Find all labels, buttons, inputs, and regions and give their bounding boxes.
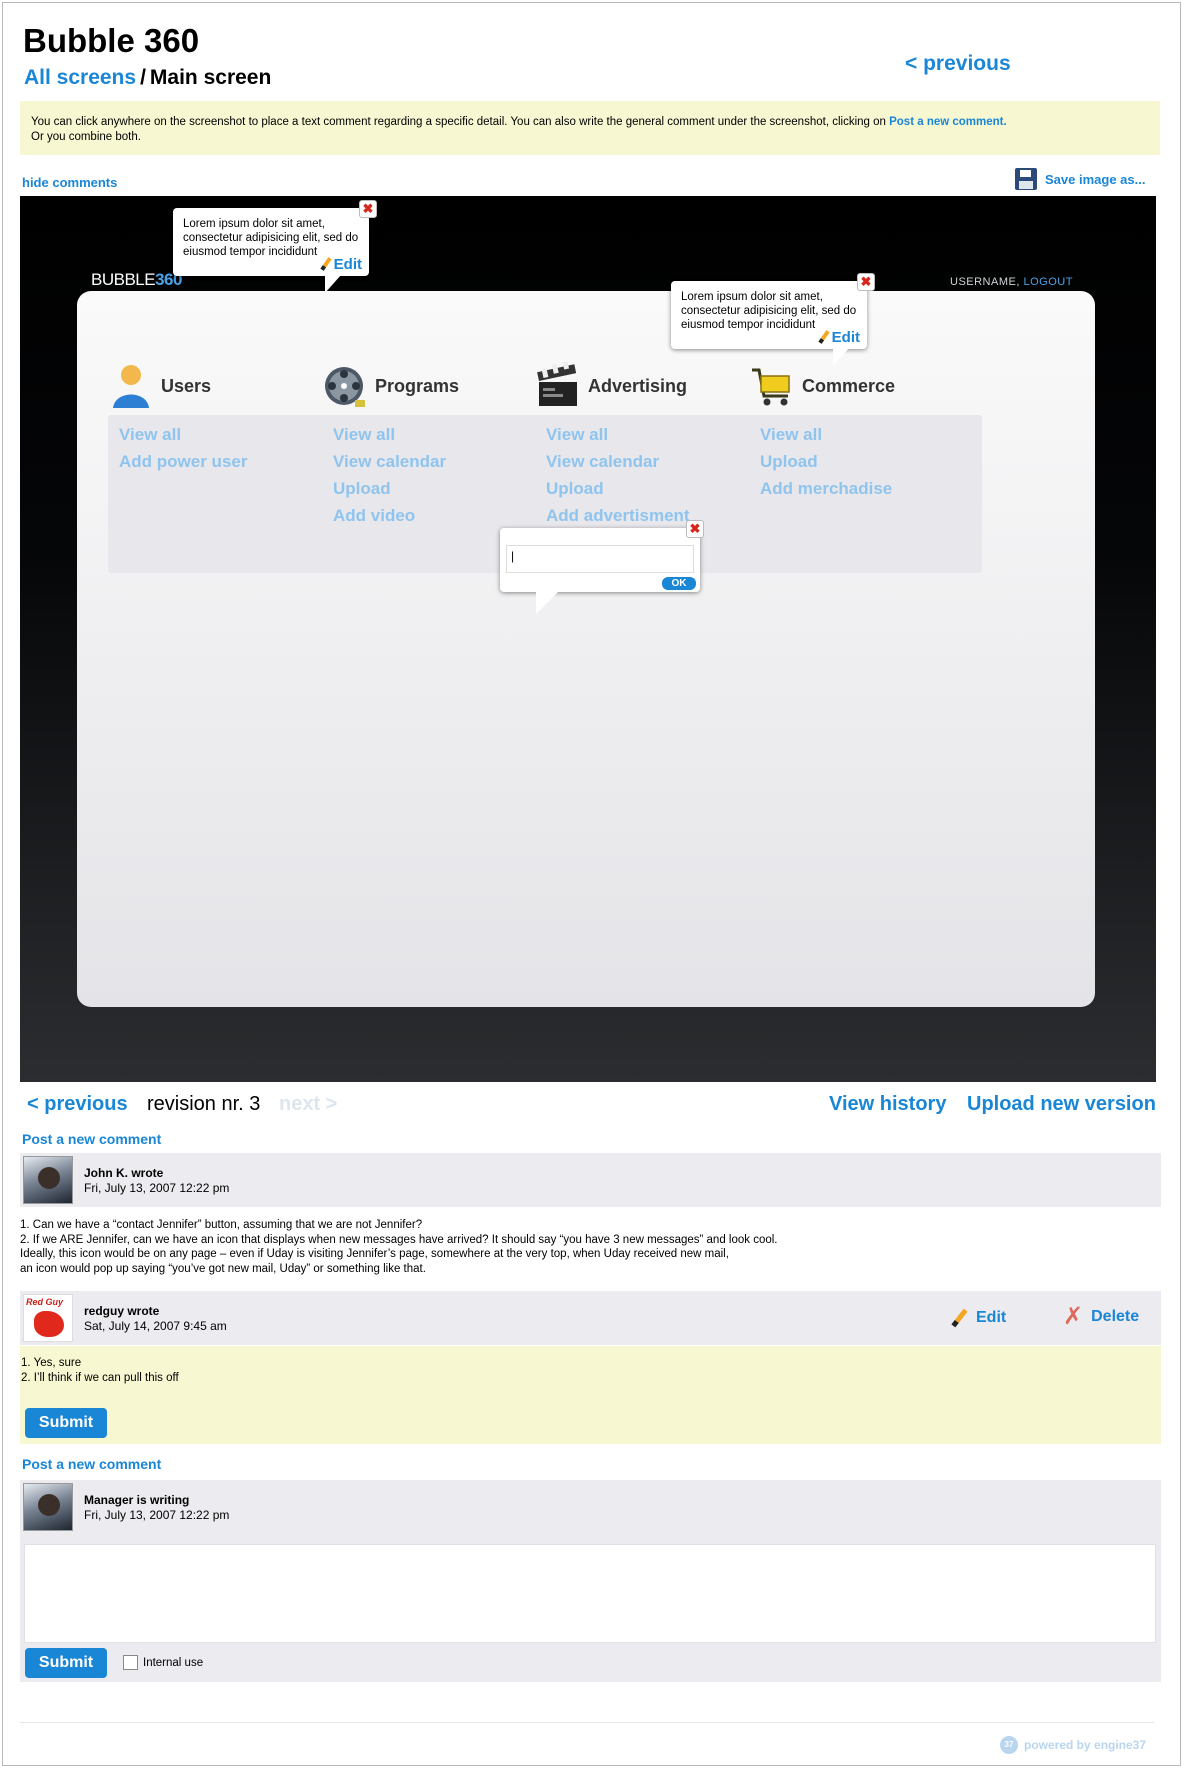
programs-upload-link[interactable]: Upload bbox=[333, 475, 544, 502]
app-main-panel: Users View all Add power user Programs V… bbox=[77, 291, 1095, 1007]
comment-body: 1. Can we have a “contact Jennifer” butt… bbox=[20, 1219, 778, 1275]
screenshot-canvas[interactable]: BUBBLE360 USERNAME, LOGOUT Users View al… bbox=[20, 196, 1156, 1082]
engine37-logo-icon: 37 bbox=[1000, 1736, 1018, 1754]
comment-date: Sat, July 14, 2007 9:45 am bbox=[84, 1319, 227, 1333]
previous-screen-link[interactable]: < previous bbox=[905, 52, 1011, 76]
view-history-link[interactable]: View history bbox=[829, 1093, 946, 1116]
users-add-power-user-link[interactable]: Add power user bbox=[119, 448, 330, 475]
commerce-upload-link[interactable]: Upload bbox=[760, 448, 971, 475]
avatar bbox=[23, 1156, 73, 1204]
commerce-add-merchadise-link[interactable]: Add merchadise bbox=[760, 475, 971, 502]
footer-divider bbox=[20, 1722, 1154, 1723]
revision-label: revision nr. 3 bbox=[147, 1093, 261, 1115]
breadcrumb: All screens / Main screen bbox=[24, 66, 271, 90]
floppy-disk-icon bbox=[1015, 168, 1037, 190]
close-annotation-button[interactable]: ✖ bbox=[359, 200, 377, 218]
section-commerce-title: Commerce bbox=[802, 375, 896, 396]
comment-textarea[interactable] bbox=[24, 1544, 1156, 1643]
annotation-input[interactable]: | bbox=[506, 545, 694, 573]
commerce-view-all-link[interactable]: View all bbox=[760, 421, 971, 448]
previous-revision-link[interactable]: < previous bbox=[27, 1093, 128, 1116]
page-title: Bubble 360 bbox=[23, 22, 200, 59]
annotation-bubble[interactable]: Lorem ipsum dolor sit amet, consectetur … bbox=[671, 281, 867, 366]
upload-new-version-link[interactable]: Upload new version bbox=[967, 1093, 1156, 1116]
info-post-comment-link[interactable]: Post a new comment. bbox=[889, 116, 1007, 128]
app-username: USERNAME, bbox=[950, 276, 1020, 288]
users-view-all-link[interactable]: View all bbox=[119, 421, 330, 448]
submit-button[interactable]: Submit bbox=[25, 1408, 107, 1438]
new-comment-form: Manager is writing Fri, July 13, 2007 12… bbox=[20, 1480, 1161, 1682]
user-icon bbox=[109, 362, 153, 410]
breadcrumb-separator: / bbox=[140, 66, 146, 89]
close-annotation-button[interactable]: ✖ bbox=[857, 273, 875, 291]
hide-comments-link[interactable]: hide comments bbox=[22, 175, 117, 190]
powered-by-label: powered by engine37 bbox=[1024, 1738, 1147, 1752]
internal-use-checkbox[interactable] bbox=[123, 1655, 138, 1670]
delete-comment-button[interactable]: ✗ Delete bbox=[1063, 1303, 1139, 1330]
programs-add-video-link[interactable]: Add video bbox=[333, 502, 544, 529]
app-logout-link[interactable]: LOGOUT bbox=[1023, 276, 1072, 288]
clapperboard-icon bbox=[536, 359, 580, 410]
bubble-tail bbox=[833, 348, 849, 366]
powered-by[interactable]: 37 powered by engine37 bbox=[1000, 1736, 1146, 1754]
advertising-upload-link[interactable]: Upload bbox=[546, 475, 757, 502]
avatar bbox=[23, 1483, 73, 1531]
breadcrumb-current: Main screen bbox=[149, 66, 272, 89]
annotation-edit-button[interactable]: Edit bbox=[320, 257, 362, 272]
film-reel-icon bbox=[323, 362, 367, 410]
section-commerce: Commerce View all Upload Add merchadise bbox=[749, 361, 982, 573]
internal-use-label: Internal use bbox=[143, 1657, 204, 1669]
breadcrumb-all-screens-link[interactable]: All screens bbox=[24, 66, 136, 89]
programs-view-all-link[interactable]: View all bbox=[333, 421, 544, 448]
advertising-add-advertisment-link[interactable]: Add advertisment bbox=[546, 502, 757, 529]
section-users: Users View all Add power user bbox=[108, 361, 341, 573]
comment-author: John K. wrote bbox=[84, 1166, 164, 1180]
app-logo: BUBBLE360 bbox=[91, 270, 182, 289]
bubble-tail bbox=[536, 592, 558, 614]
save-image-label: Save image as... bbox=[1045, 171, 1146, 187]
comment-edit-area[interactable]: 1. Yes, sure 2. I’ll think if we can pul… bbox=[20, 1346, 1161, 1444]
comment-author: Manager is writing bbox=[84, 1493, 190, 1507]
annotation-text: Lorem ipsum dolor sit amet, consectetur … bbox=[681, 291, 857, 331]
shopping-cart-icon bbox=[750, 362, 794, 410]
annotation-edit-button[interactable]: Edit bbox=[818, 330, 860, 345]
app-user-menu: USERNAME, LOGOUT bbox=[950, 276, 1073, 288]
avatar: Red Guy bbox=[23, 1294, 73, 1342]
submit-button[interactable]: Submit bbox=[25, 1648, 107, 1678]
edit-comment-button[interactable]: Edit bbox=[951, 1308, 1006, 1328]
section-programs-title: Programs bbox=[375, 375, 460, 396]
comment-body: 1. Yes, sure 2. I’ll think if we can pul… bbox=[21, 1357, 179, 1384]
info-banner: You can click anywhere on the screenshot… bbox=[20, 101, 1160, 155]
section-users-title: Users bbox=[161, 375, 212, 396]
delete-x-icon: ✗ bbox=[1063, 1303, 1084, 1330]
advertising-view-calendar-link[interactable]: View calendar bbox=[546, 448, 757, 475]
new-annotation-popup: | OK bbox=[500, 528, 700, 614]
info-text: You can click anywhere on the screenshot… bbox=[31, 116, 886, 128]
post-new-comment-link[interactable]: Post a new comment bbox=[22, 1131, 161, 1147]
bubble-tail bbox=[325, 275, 341, 293]
post-new-comment-link[interactable]: Post a new comment bbox=[22, 1456, 161, 1472]
section-advertising-title: Advertising bbox=[588, 375, 688, 396]
pencil-icon bbox=[320, 257, 332, 271]
annotation-bubble[interactable]: Lorem ipsum dolor sit amet, consectetur … bbox=[173, 208, 369, 293]
pencil-icon bbox=[818, 330, 830, 344]
advertising-view-all-link[interactable]: View all bbox=[546, 421, 757, 448]
info-text-2: Or you combine both. bbox=[31, 131, 141, 143]
next-revision-link: next > bbox=[279, 1093, 338, 1115]
annotation-text: Lorem ipsum dolor sit amet, consectetur … bbox=[183, 218, 359, 258]
close-annotation-button[interactable]: ✖ bbox=[686, 520, 704, 538]
programs-view-calendar-link[interactable]: View calendar bbox=[333, 448, 544, 475]
comment-date: Fri, July 13, 2007 12:22 pm bbox=[84, 1181, 230, 1195]
comment-header: John K. wrote Fri, July 13, 2007 12:22 p… bbox=[20, 1153, 1161, 1207]
comment-author: redguy wrote bbox=[84, 1304, 160, 1318]
annotation-ok-button[interactable]: OK bbox=[662, 577, 696, 590]
save-image-button[interactable]: Save image as... bbox=[1015, 168, 1145, 190]
comment-date: Fri, July 13, 2007 12:22 pm bbox=[84, 1508, 230, 1522]
